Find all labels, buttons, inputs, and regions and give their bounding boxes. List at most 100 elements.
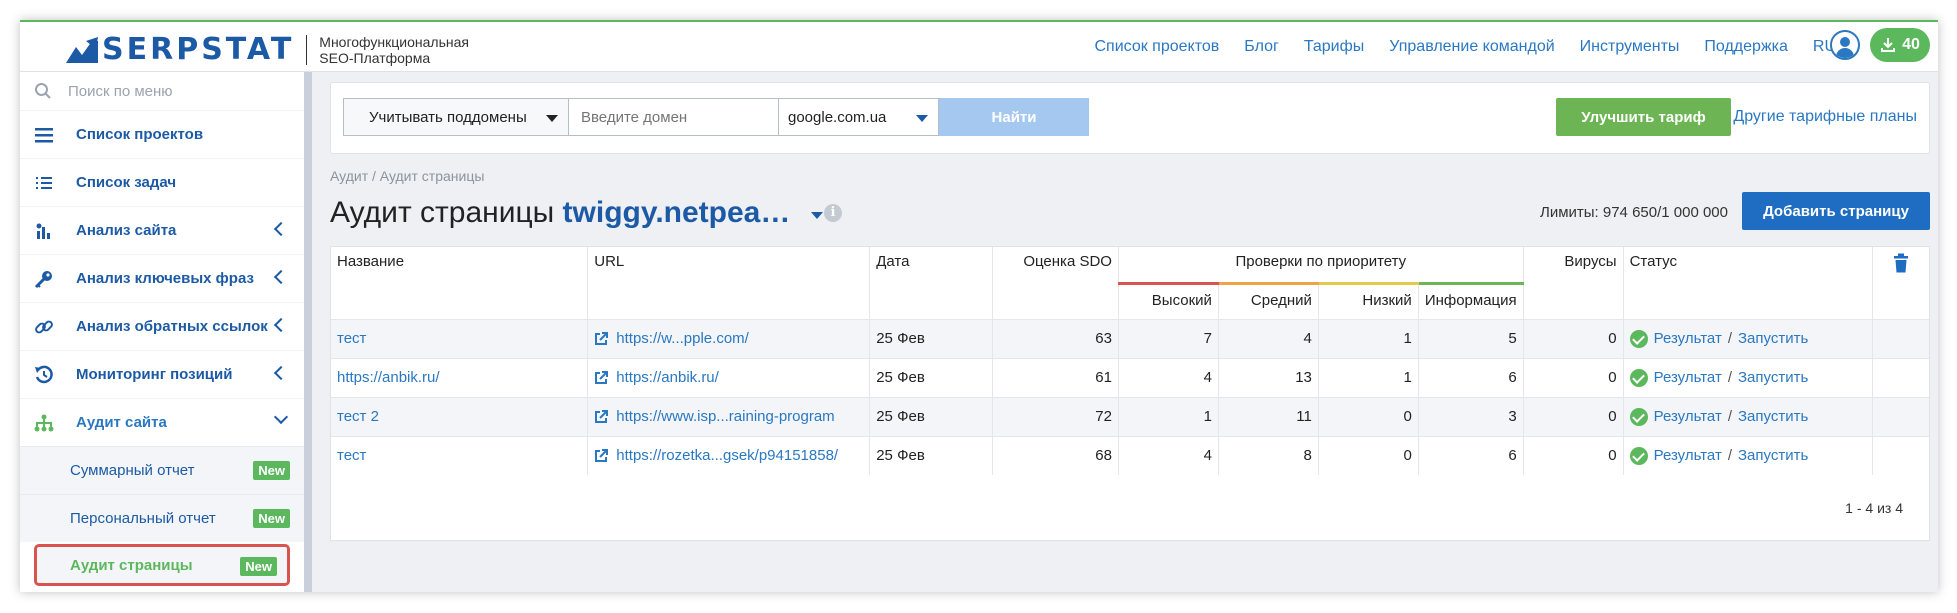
sidebar-item-label: Анализ обратных ссылок <box>76 318 268 335</box>
col-url-header[interactable]: URL <box>587 247 871 319</box>
col-low-header[interactable]: Низкий <box>1318 281 1419 319</box>
nav-projects[interactable]: Список проектов <box>1094 38 1219 56</box>
table-row: https://anbik.ru/ https://anbik.ru/ 25 Ф… <box>331 357 1929 397</box>
run-link[interactable]: Запустить <box>1738 330 1808 347</box>
col-name-header[interactable]: Название <box>331 247 589 319</box>
other-plans-link[interactable]: Другие тарифные планы <box>1733 108 1917 126</box>
col-info-header[interactable]: Информация <box>1418 281 1524 319</box>
row-date: 25 Фев <box>869 396 994 436</box>
sidebar-item-keywords[interactable]: Анализ ключевых фраз <box>20 254 304 302</box>
result-link[interactable]: Результат <box>1654 447 1722 464</box>
sidebar-item-label: Список проектов <box>76 126 204 143</box>
result-link[interactable]: Результат <box>1654 408 1722 425</box>
row-name-link[interactable]: тест 2 <box>337 408 379 425</box>
downloads-button[interactable]: 40 <box>1870 28 1930 62</box>
external-link-icon <box>595 448 609 462</box>
pagination-info: 1 - 4 из 4 <box>1845 500 1903 516</box>
table-row: тест https://rozetka...gsek/p94151858/ 2… <box>331 435 1929 475</box>
sidebar-item-projects[interactable]: Список проектов <box>20 110 304 158</box>
sidebar-item-label: Анализ сайта <box>76 222 177 239</box>
add-page-button[interactable]: Добавить страницу <box>1742 192 1930 230</box>
row-info: 6 <box>1418 435 1524 475</box>
row-url-link[interactable]: https://w...pple.com/ <box>594 330 863 347</box>
upgrade-plan-button[interactable]: Улучшить тариф <box>1556 98 1731 136</box>
row-score: 72 <box>992 396 1119 436</box>
audit-table-card: Название URL Дата Оценка SDO Проверки по… <box>330 246 1930 541</box>
new-badge: New <box>240 557 277 576</box>
serpstat-logo[interactable]: SERPSTAT Многофункциональная SEO-Платфор… <box>66 32 469 67</box>
user-avatar-icon[interactable] <box>1830 30 1860 60</box>
chevron-left-icon <box>273 365 289 381</box>
sidebar-item-tasks[interactable]: Список задач <box>20 158 304 206</box>
row-viruses: 0 <box>1523 357 1624 397</box>
find-button[interactable]: Найти <box>939 98 1089 136</box>
row-name-link[interactable]: тест <box>337 330 366 347</box>
check-circle-icon <box>1629 407 1648 426</box>
row-url-link[interactable]: https://www.isp...raining-program <box>594 408 863 425</box>
nav-blog[interactable]: Блог <box>1244 38 1279 56</box>
sidebar-search[interactable]: Поиск по меню <box>20 72 304 110</box>
row-url-text: https://rozetka...gsek/p94151858/ <box>616 447 839 465</box>
logo-divider <box>306 34 308 65</box>
page-domain[interactable]: twiggy.netpea… <box>563 196 791 229</box>
status-separator: / <box>1727 447 1732 465</box>
app-window: SERPSTAT Многофункциональная SEO-Платфор… <box>20 20 1938 592</box>
row-score: 63 <box>992 318 1119 358</box>
search-engine-dropdown[interactable]: google.com.ua <box>778 98 939 136</box>
row-low: 1 <box>1318 357 1419 397</box>
nav-team[interactable]: Управление командой <box>1389 38 1554 56</box>
nav-pricing[interactable]: Тарифы <box>1304 38 1364 56</box>
sitemap-icon <box>32 411 56 435</box>
col-date-header[interactable]: Дата <box>869 247 994 319</box>
col-high-header[interactable]: Высокий <box>1118 281 1219 319</box>
row-url-link[interactable]: https://anbik.ru/ <box>594 369 863 386</box>
breadcrumb[interactable]: Аудит / Аудит страницы <box>330 168 1930 184</box>
trash-icon[interactable] <box>1893 253 1909 273</box>
row-date: 25 Фев <box>869 318 994 358</box>
chevron-down-icon <box>546 115 558 122</box>
run-link[interactable]: Запустить <box>1738 408 1808 425</box>
col-score-header[interactable]: Оценка SDO <box>992 247 1119 319</box>
result-link[interactable]: Результат <box>1654 330 1722 347</box>
chevron-down-icon <box>916 115 928 122</box>
sidebar-item-rank-tracking[interactable]: Мониторинг позиций <box>20 350 304 398</box>
row-actions <box>1872 435 1929 475</box>
row-viruses: 0 <box>1523 435 1624 475</box>
row-name-link[interactable]: тест <box>337 447 366 464</box>
logo-tagline-line1: Многофункциональная <box>319 33 469 50</box>
row-low: 0 <box>1318 396 1419 436</box>
sidebar-item-site-analysis[interactable]: Анализ сайта <box>20 206 304 254</box>
run-link[interactable]: Запустить <box>1738 369 1808 386</box>
row-name-link[interactable]: https://anbik.ru/ <box>337 369 440 386</box>
sidebar-item-label: Аудит сайта <box>76 414 167 431</box>
sidebar-item-backlinks[interactable]: Анализ обратных ссылок <box>20 302 304 350</box>
sidebar-subitem-page-audit[interactable]: Аудит страницы New <box>34 544 290 586</box>
col-viruses-header[interactable]: Вирусы <box>1523 247 1624 319</box>
col-mid-header[interactable]: Средний <box>1218 281 1319 319</box>
col-status-header: Статус <box>1623 247 1874 319</box>
sidebar-subitem-personal-report[interactable]: Персональный отчет New <box>20 494 304 542</box>
nav-support[interactable]: Поддержка <box>1704 38 1787 56</box>
row-url-link[interactable]: https://rozetka...gsek/p94151858/ <box>594 447 863 464</box>
sidebar: Поиск по меню Список проектов Список зад… <box>20 72 312 592</box>
status-separator: / <box>1727 369 1732 386</box>
row-low: 0 <box>1318 435 1419 475</box>
run-link[interactable]: Запустить <box>1738 447 1808 464</box>
domain-input[interactable] <box>568 98 779 136</box>
external-link-icon <box>595 331 609 345</box>
limits-text: Лимиты: 974 650/1 000 000 <box>1539 204 1728 221</box>
table-row: тест https://w...pple.com/ 25 Фев 63 7 4… <box>331 318 1929 358</box>
row-mid: 4 <box>1218 318 1319 358</box>
sidebar-item-site-audit[interactable]: Аудит сайта <box>20 398 304 446</box>
domain-dropdown-icon[interactable] <box>811 212 823 219</box>
row-high: 1 <box>1118 396 1219 436</box>
sidebar-subitem-summary-report[interactable]: Суммарный отчет New <box>20 446 304 494</box>
subdomains-dropdown[interactable]: Учитывать поддомены <box>343 98 569 136</box>
row-status: Результат / Запустить <box>1629 368 1867 387</box>
result-link[interactable]: Результат <box>1654 369 1722 386</box>
link-icon <box>32 315 56 339</box>
row-info: 5 <box>1418 318 1524 358</box>
nav-tools[interactable]: Инструменты <box>1580 38 1680 56</box>
row-mid: 13 <box>1218 357 1319 397</box>
info-icon[interactable]: i <box>824 204 842 222</box>
